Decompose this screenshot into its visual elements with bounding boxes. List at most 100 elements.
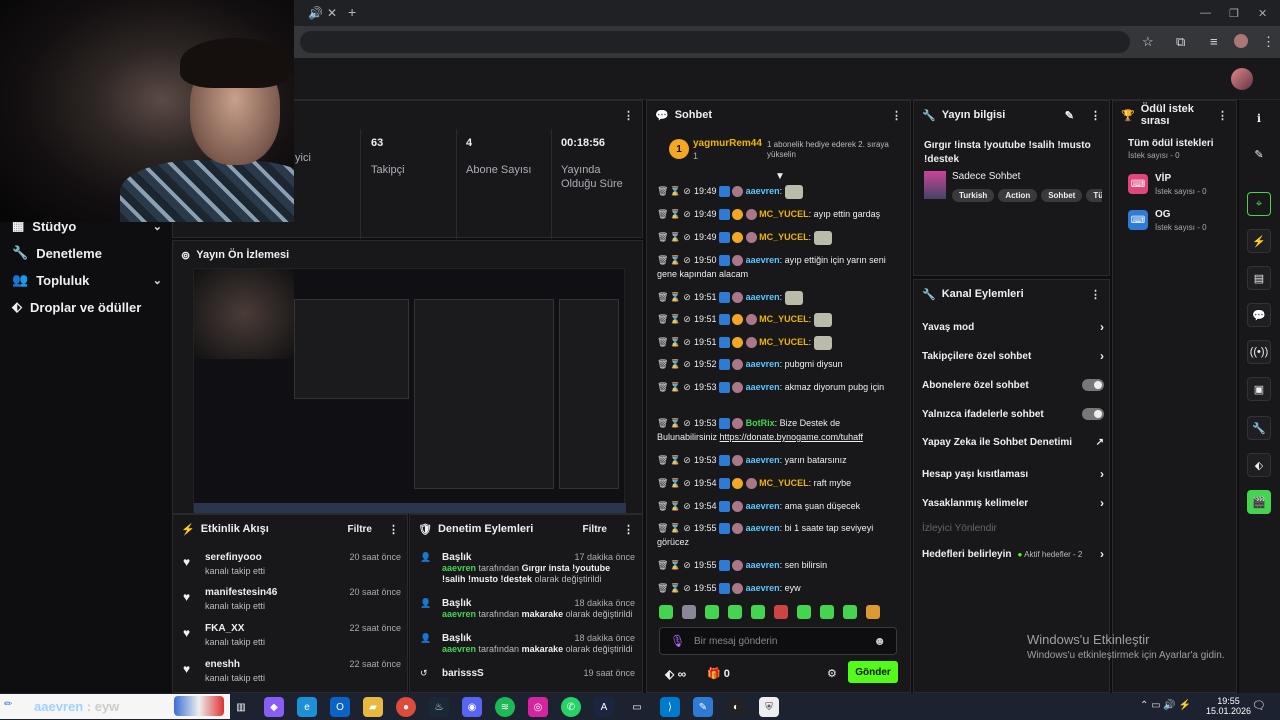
reward-name[interactable]: VİP [1155, 173, 1171, 184]
star-icon[interactable]: ☆ [1142, 34, 1154, 50]
discord-icon[interactable]: ◉ [462, 697, 482, 717]
menu-icon[interactable]: ⋮ [1262, 34, 1275, 50]
action-goals[interactable]: Hedefleri belirleyin ● Aktif hedefler - … [922, 547, 1104, 561]
message-user[interactable]: aaevren [746, 255, 780, 265]
message-user[interactable]: aaevren [746, 359, 780, 369]
restore-icon[interactable]: ❐ [1229, 7, 1239, 20]
emotes-only-toggle[interactable] [1082, 408, 1104, 420]
clapper-icon[interactable]: 🎬 [1247, 490, 1271, 514]
sidebar-item-moderation[interactable]: 🔧 Denetleme [12, 245, 162, 261]
wrench-icon[interactable]: 🔧 [1247, 416, 1271, 440]
delete-icon[interactable]: 🗑 [657, 499, 668, 513]
ban-icon[interactable]: ⊘ [682, 416, 692, 430]
emote-icon[interactable] [728, 605, 742, 619]
drops-icon[interactable]: ⬖ [1247, 453, 1271, 477]
ban-icon[interactable]: ⊘ [682, 453, 692, 467]
message-user[interactable]: BotRix [746, 418, 775, 428]
delete-icon[interactable]: 🗑 [657, 453, 668, 467]
timeout-icon[interactable]: ⌛ [670, 499, 681, 513]
timeout-icon[interactable]: ⌛ [670, 290, 681, 304]
paint-icon[interactable]: ✎ [693, 697, 713, 717]
delete-icon[interactable]: 🗑 [657, 335, 668, 349]
timeout-icon[interactable]: ⌛ [670, 253, 681, 267]
emoji-icon[interactable]: ☻ [873, 634, 886, 648]
timeout-icon[interactable]: ⌛ [670, 521, 681, 535]
outlook-icon[interactable]: O [330, 697, 350, 717]
message-user[interactable]: MC_YUCEL [759, 232, 809, 242]
message-user[interactable]: aaevren [746, 560, 780, 570]
ban-icon[interactable]: ⊘ [682, 476, 692, 490]
mod-user[interactable]: aaevren [442, 644, 476, 654]
tag[interactable]: Action [998, 189, 1038, 202]
delete-icon[interactable]: 🗑 [657, 521, 668, 535]
app-a-icon[interactable]: A [594, 697, 614, 717]
more-options-icon[interactable]: ⋮ [891, 109, 902, 122]
scan-icon[interactable]: ⌖ [1247, 192, 1271, 216]
note-icon[interactable]: ▤ [1247, 266, 1271, 290]
emote-icon[interactable] [866, 605, 880, 619]
subscribers-only-toggle[interactable] [1082, 379, 1104, 391]
tag[interactable]: Tür [1086, 189, 1102, 202]
user-avatar[interactable] [1231, 68, 1253, 90]
message-user[interactable]: aaevren [746, 186, 780, 196]
ban-icon[interactable]: ⊘ [682, 207, 692, 221]
send-button[interactable]: Gönder [848, 661, 898, 683]
ban-icon[interactable]: ⊘ [682, 357, 692, 371]
notification-icon[interactable]: 🗨 [1252, 699, 1266, 712]
delete-icon[interactable]: 🗑 [657, 230, 668, 244]
delete-icon[interactable]: 🗑 [657, 357, 668, 371]
category-name[interactable]: Sadece Sohbet [952, 171, 1020, 182]
edge-icon[interactable]: e [297, 697, 317, 717]
new-tab-button[interactable]: + [348, 4, 356, 20]
lightning-icon[interactable]: ⚡ [1247, 229, 1271, 253]
vscode-icon[interactable]: ⟩ [660, 697, 680, 717]
message-user[interactable]: aaevren [746, 501, 780, 511]
delete-icon[interactable]: 🗑 [657, 312, 668, 326]
filter-button[interactable]: Filtre [348, 524, 372, 535]
message-user[interactable]: aaevren [746, 292, 780, 302]
more-options-icon[interactable]: ⋮ [1090, 288, 1101, 301]
gift-counter[interactable]: 🎁 0 [707, 667, 730, 680]
more-options-icon[interactable]: ⋮ [623, 523, 634, 536]
more-options-icon[interactable]: ⋮ [1090, 109, 1101, 122]
clock[interactable]: 19:55 15.01.2026 [1206, 696, 1251, 716]
more-options-icon[interactable]: ⋮ [388, 523, 399, 536]
message-user[interactable]: MC_YUCEL [759, 478, 809, 488]
address-input[interactable] [300, 31, 1130, 53]
action-ai-moderation[interactable]: Yapay Zeka ile Sohbet Denetimi ↗ [922, 437, 1104, 448]
message-user[interactable]: aaevren [746, 523, 780, 533]
timeout-icon[interactable]: ⌛ [670, 476, 681, 490]
copilot-icon[interactable]: ◆ [264, 697, 284, 717]
more-options-icon[interactable]: ⋮ [1217, 109, 1228, 122]
emote-icon[interactable] [705, 605, 719, 619]
timeout-icon[interactable]: ⌛ [670, 453, 681, 467]
message-link[interactable]: https://donate.bynogame.com/tuhaff [720, 432, 863, 442]
minimize-icon[interactable]: — [1200, 7, 1211, 19]
ban-icon[interactable]: ⊘ [682, 335, 692, 349]
delete-icon[interactable]: 🗑 [657, 558, 668, 572]
timeout-icon[interactable]: ⌛ [670, 357, 681, 371]
edit-icon[interactable]: ✎ [1065, 109, 1074, 122]
timeout-icon[interactable]: ⌛ [670, 335, 681, 349]
ban-icon[interactable]: ⊘ [682, 581, 692, 595]
delete-icon[interactable]: 🗑 [657, 184, 668, 198]
emote-icon[interactable] [751, 605, 765, 619]
timeout-icon[interactable]: ⌛ [670, 416, 681, 430]
terminal-icon[interactable]: ▭ [627, 697, 647, 717]
emote-icon[interactable] [659, 605, 673, 619]
close-window-icon[interactable]: ✕ [1258, 7, 1267, 20]
settings-icon[interactable]: ⚙ [827, 667, 837, 680]
delete-icon[interactable]: 🗑 [657, 253, 668, 267]
info-icon[interactable]: ℹ [1247, 106, 1271, 130]
timeout-icon[interactable]: ⌛ [670, 581, 681, 595]
ban-icon[interactable]: ⊘ [682, 521, 692, 535]
action-account-age[interactable]: Hesap yaşı kısıtlaması › [922, 467, 1104, 481]
emote-icon[interactable] [682, 605, 696, 619]
scroll-to-bottom-icon[interactable]: ▼ [775, 171, 785, 182]
delete-icon[interactable]: 🗑 [657, 581, 668, 595]
system-tray[interactable]: ⌃ ▭ 🔊 ⚡ [1140, 700, 1191, 711]
profile-avatar[interactable] [1234, 34, 1248, 48]
action-followers-only[interactable]: Takipçilere özel sohbet › [922, 349, 1104, 363]
timeout-icon[interactable]: ⌛ [670, 207, 681, 221]
ban-icon[interactable]: ⊘ [682, 290, 692, 304]
